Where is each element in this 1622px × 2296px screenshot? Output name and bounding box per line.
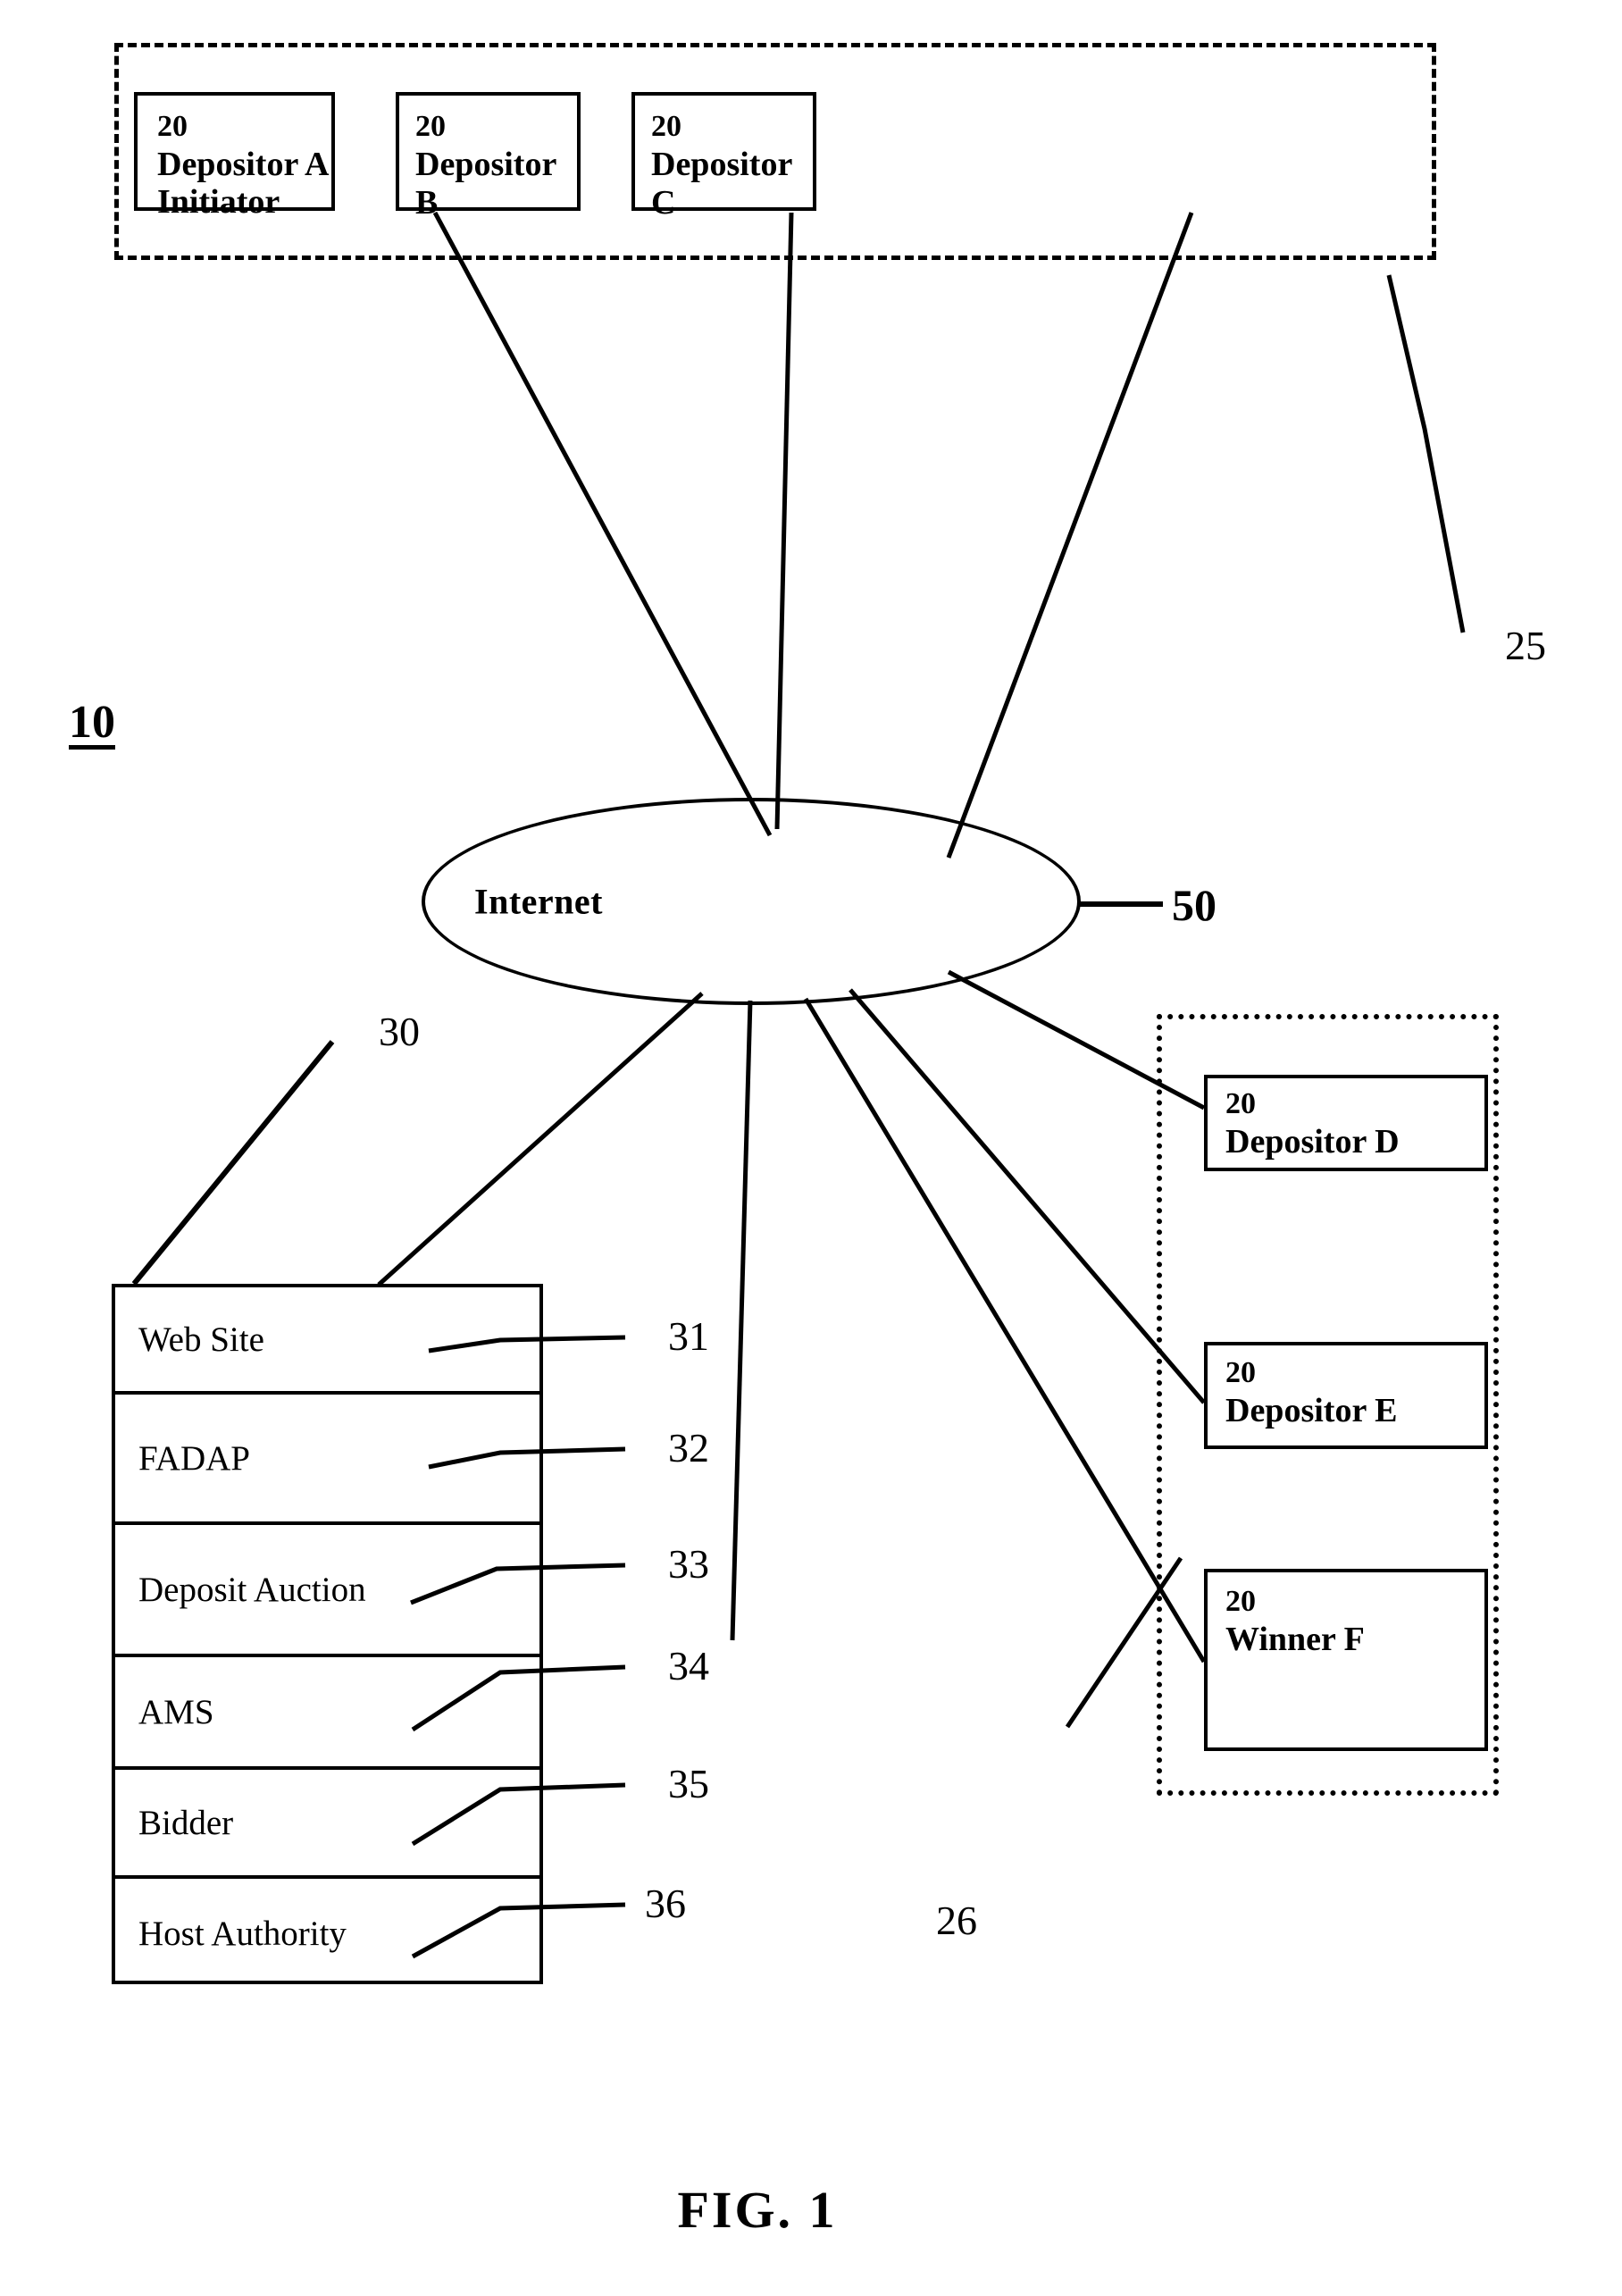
depositor-node-c[interactable]: 20 Depositor C (631, 92, 816, 222)
winner-node-f[interactable]: 20 Winner F (1204, 1569, 1488, 1751)
depositor-a-ref: 20 (157, 110, 188, 143)
link-internet-website (377, 992, 704, 1286)
internet-oval[interactable]: Internet (422, 798, 1081, 1005)
stack-row-web-site-label: Web Site (138, 1320, 264, 1359)
depositor-e-label: Depositor E (1225, 1392, 1398, 1429)
depositor-b-label: Depositor B (415, 146, 556, 222)
depositor-d-ref: 20 (1225, 1087, 1256, 1120)
host-server-stack: Web Site FADAP Deposit Auction AMS Bidde… (112, 1284, 543, 1984)
link-depositor-a-internet (432, 211, 773, 837)
depositor-a-role: Initiator (157, 183, 280, 221)
leader-line-30 (131, 1040, 335, 1286)
ref-numeral-10: 10 (69, 697, 115, 748)
depositor-node-b[interactable]: 20 Depositor B (396, 92, 581, 222)
depositor-a-label: Depositor A (157, 146, 330, 183)
ref-numeral-50: 50 (1172, 880, 1216, 930)
winner-f-label: Winner F (1225, 1621, 1365, 1658)
stack-row-bidder[interactable]: Bidder (115, 1770, 539, 1879)
link-internet-stack-2 (730, 1000, 753, 1641)
stack-row-fadap-label: FADAP (138, 1438, 250, 1478)
figure-caption: FIG. 1 (677, 2181, 838, 2239)
ref-numeral-25: 25 (1505, 623, 1546, 668)
ref-numeral-31: 31 (668, 1313, 709, 1359)
stack-row-bidder-label: Bidder (138, 1803, 234, 1842)
stack-row-web-site[interactable]: Web Site (115, 1287, 539, 1395)
link-internet-depositor-e (849, 988, 1206, 1404)
ref-numeral-36: 36 (645, 1881, 686, 1926)
depositor-c-label: Depositor C (651, 146, 792, 222)
ref-numeral-35: 35 (668, 1761, 709, 1806)
internet-label: Internet (474, 881, 603, 922)
stack-row-deposit-auction[interactable]: Deposit Auction (115, 1525, 539, 1657)
winner-f-ref: 20 (1225, 1585, 1256, 1618)
depositor-e-ref: 20 (1225, 1356, 1256, 1389)
stack-row-ams-label: AMS (138, 1692, 214, 1731)
depositor-c-ref: 20 (651, 110, 681, 143)
link-internet-winner-f (803, 997, 1207, 1663)
depositor-node-d[interactable]: 20 Depositor D (1204, 1075, 1488, 1171)
depositor-b-ref: 20 (415, 110, 446, 143)
ref-numeral-32: 32 (668, 1425, 709, 1471)
depositor-d-label: Depositor D (1225, 1123, 1400, 1161)
leader-line-25 (1386, 274, 1466, 633)
stack-row-fadap[interactable]: FADAP (115, 1395, 539, 1525)
link-depositor-c-internet (946, 212, 1194, 859)
stack-row-ams[interactable]: AMS (115, 1657, 539, 1770)
ref-numeral-26: 26 (936, 1898, 977, 1943)
ref-numeral-34: 34 (668, 1643, 709, 1688)
stack-row-host-authority[interactable]: Host Authority (115, 1879, 539, 1988)
stack-row-host-authority-label: Host Authority (138, 1914, 347, 1953)
depositor-node-e[interactable]: 20 Depositor E (1204, 1342, 1488, 1449)
link-depositor-b-internet (774, 212, 794, 830)
stack-row-deposit-auction-label: Deposit Auction (138, 1570, 366, 1609)
ref-numeral-30: 30 (379, 1009, 420, 1054)
ref-numeral-33: 33 (668, 1541, 709, 1587)
depositor-node-a[interactable]: 20 Depositor A Initiator (134, 92, 335, 221)
patent-figure: 20 Depositor A Initiator 20 Depositor B … (0, 0, 1622, 2296)
